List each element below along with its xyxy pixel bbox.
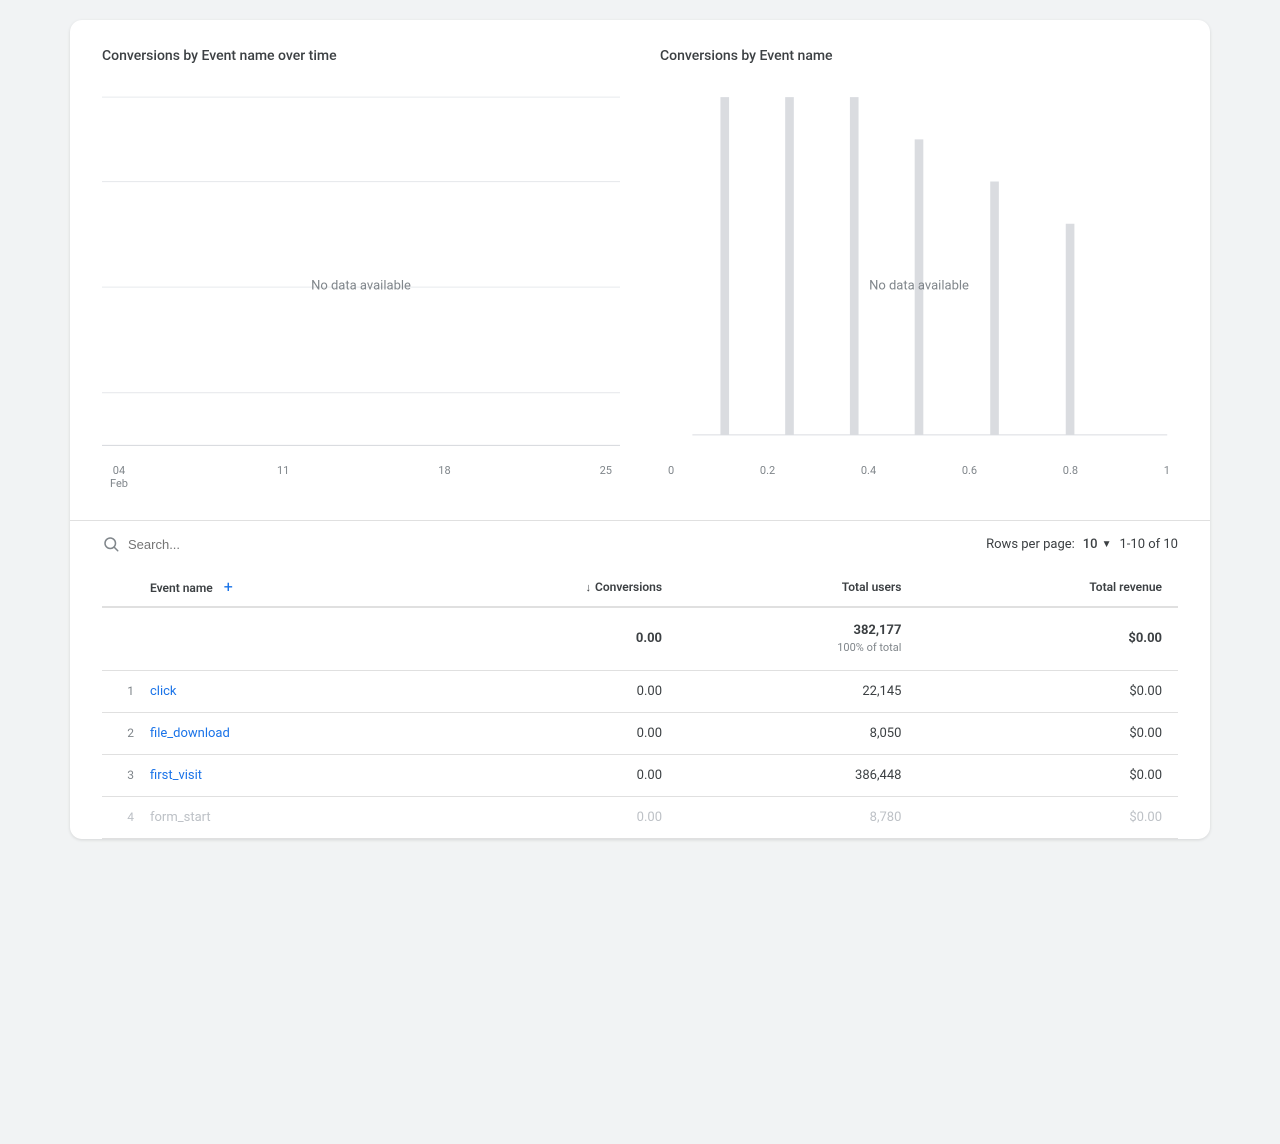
rows-per-page-label: Rows per page: xyxy=(986,537,1075,552)
bar-chart-panel: Conversions by Event name No data a xyxy=(660,48,1178,496)
line-chart-container: No data available 04Feb 11 18 25 xyxy=(102,76,620,496)
table-row: 4 form_start 0.00 8,780 $0.00 xyxy=(102,796,1178,838)
col-conversions-header[interactable]: ↓Conversions xyxy=(408,567,678,607)
users-cell-2: 8,050 xyxy=(678,712,917,754)
rows-per-page-value: 10 xyxy=(1083,537,1098,552)
conversions-cell-2: 0.00 xyxy=(408,712,678,754)
col-total-revenue-header[interactable]: Total revenue xyxy=(917,567,1178,607)
bar-x-02: 0.2 xyxy=(760,464,775,477)
bar-x-1: 1 xyxy=(1164,464,1170,477)
data-table: Event name + ↓Conversions Total users To… xyxy=(102,567,1178,839)
x-label-4: 25 xyxy=(600,464,612,490)
bar-chart-svg xyxy=(660,76,1178,456)
main-card: Conversions by Event name over time No d… xyxy=(70,20,1210,839)
bar-x-04: 0.4 xyxy=(861,464,876,477)
bar-x-06: 0.6 xyxy=(962,464,977,477)
revenue-cell-2: $0.00 xyxy=(917,712,1178,754)
event-name-cell-2: file_download xyxy=(142,712,408,754)
users-cell-4: 8,780 xyxy=(678,796,917,838)
table-header-row: Event name + ↓Conversions Total users To… xyxy=(102,567,1178,607)
totals-row: 0.00 382,177 100% of total $0.00 xyxy=(102,607,1178,670)
bar-x-0: 0 xyxy=(668,464,674,477)
pagination-row: Rows per page: 10 ▼ 1-10 of 10 xyxy=(986,537,1178,552)
line-chart-title: Conversions by Event name over time xyxy=(102,48,620,64)
conversions-cell-1: 0.00 xyxy=(408,670,678,712)
add-column-button[interactable]: + xyxy=(224,577,233,596)
totals-num-cell xyxy=(102,607,142,670)
sort-arrow-icon: ↓ xyxy=(586,581,592,594)
col-event-name-header: Event name + xyxy=(142,567,408,607)
rows-per-page-select[interactable]: 10 ▼ xyxy=(1083,537,1112,552)
event-link-file-download[interactable]: file_download xyxy=(150,726,230,741)
line-chart-no-data: No data available xyxy=(311,279,411,294)
revenue-cell-1: $0.00 xyxy=(917,670,1178,712)
totals-users-cell: 382,177 100% of total xyxy=(678,607,917,670)
charts-row: Conversions by Event name over time No d… xyxy=(102,48,1178,496)
row-num-1: 1 xyxy=(102,670,142,712)
line-chart-xaxis: 04Feb 11 18 25 xyxy=(102,464,620,490)
event-name-cell-3: first_visit xyxy=(142,754,408,796)
x-label-1: 04Feb xyxy=(110,464,128,490)
page-info: 1-10 of 10 xyxy=(1119,537,1178,552)
search-input[interactable] xyxy=(128,537,970,552)
bar-chart-title: Conversions by Event name xyxy=(660,48,1178,64)
search-box xyxy=(102,535,970,553)
event-link-first-visit[interactable]: first_visit xyxy=(150,768,202,783)
users-cell-1: 22,145 xyxy=(678,670,917,712)
line-chart-panel: Conversions by Event name over time No d… xyxy=(102,48,620,496)
search-icon xyxy=(102,535,120,553)
conversions-cell-3: 0.00 xyxy=(408,754,678,796)
totals-conversions-cell: 0.00 xyxy=(408,607,678,670)
event-name-cell-4: form_start xyxy=(142,796,408,838)
col-total-users-header[interactable]: Total users xyxy=(678,567,917,607)
users-cell-3: 386,448 xyxy=(678,754,917,796)
line-chart-svg xyxy=(102,76,620,456)
x-label-3: 18 xyxy=(438,464,450,490)
line-chart-area: No data available 04Feb 11 18 25 xyxy=(102,76,620,496)
revenue-cell-4: $0.00 xyxy=(917,796,1178,838)
table-row: 1 click 0.00 22,145 $0.00 xyxy=(102,670,1178,712)
bar-chart-area: No data available 0 0.2 0.4 0.6 0.8 1 xyxy=(660,76,1178,496)
conversions-cell-4: 0.00 xyxy=(408,796,678,838)
totals-event-cell xyxy=(142,607,408,670)
bar-chart-no-data: No data available xyxy=(869,279,969,294)
revenue-cell-3: $0.00 xyxy=(917,754,1178,796)
row-num-4: 4 xyxy=(102,796,142,838)
dropdown-arrow-icon: ▼ xyxy=(1102,539,1112,550)
event-link-click[interactable]: click xyxy=(150,684,177,699)
bar-chart-xaxis: 0 0.2 0.4 0.6 0.8 1 xyxy=(660,464,1178,477)
bar-chart-container: No data available 0 0.2 0.4 0.6 0.8 1 xyxy=(660,76,1178,496)
row-num-3: 3 xyxy=(102,754,142,796)
event-name-cell-1: click xyxy=(142,670,408,712)
x-label-2: 11 xyxy=(277,464,289,490)
event-link-form-start[interactable]: form_start xyxy=(150,810,211,825)
table-row: 2 file_download 0.00 8,050 $0.00 xyxy=(102,712,1178,754)
totals-revenue-cell: $0.00 xyxy=(917,607,1178,670)
table-row: 3 first_visit 0.00 386,448 $0.00 xyxy=(102,754,1178,796)
col-num-header xyxy=(102,567,142,607)
bar-x-08: 0.8 xyxy=(1063,464,1078,477)
search-row: Rows per page: 10 ▼ 1-10 of 10 xyxy=(102,521,1178,567)
row-num-2: 2 xyxy=(102,712,142,754)
